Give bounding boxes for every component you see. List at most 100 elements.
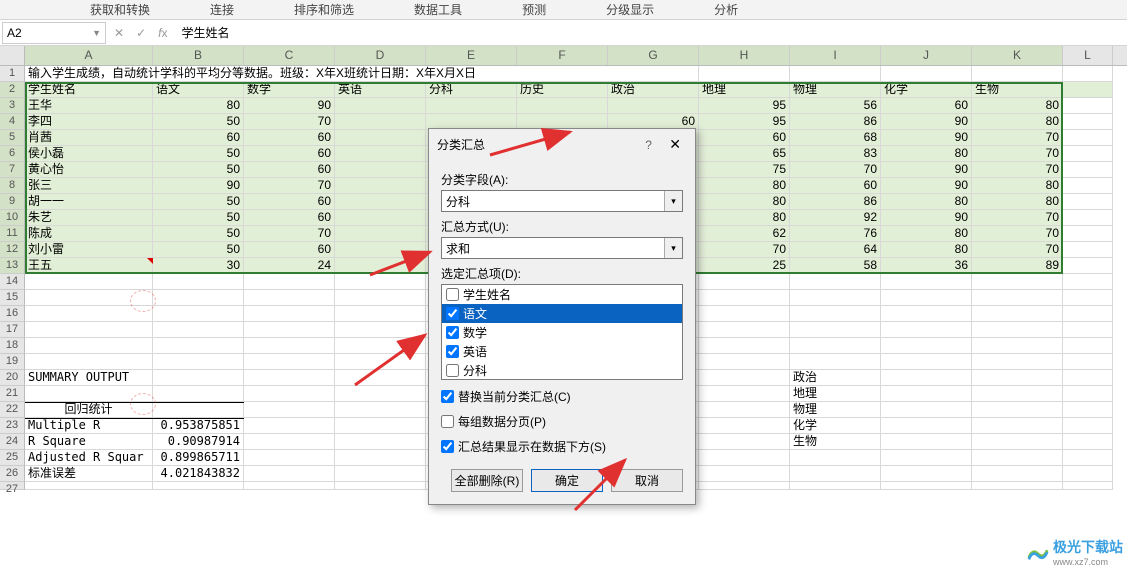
- row-header[interactable]: 9: [0, 194, 25, 210]
- cell[interactable]: 60: [244, 162, 335, 178]
- listbox-item[interactable]: 学生姓名: [442, 285, 682, 304]
- cell[interactable]: 李四: [25, 114, 153, 130]
- cell[interactable]: Adjusted R Squar: [25, 450, 153, 466]
- cell[interactable]: 地理: [790, 386, 881, 402]
- cell[interactable]: [1063, 162, 1113, 178]
- cell[interactable]: 标准误差: [25, 466, 153, 482]
- cell[interactable]: 80: [881, 146, 972, 162]
- cell[interactable]: 0.90987914: [153, 434, 244, 450]
- item-checkbox[interactable]: [446, 307, 459, 320]
- cell[interactable]: [335, 338, 426, 354]
- cell[interactable]: [972, 354, 1063, 370]
- cell[interactable]: [244, 418, 335, 434]
- cell[interactable]: [790, 338, 881, 354]
- item-checkbox[interactable]: [446, 326, 459, 339]
- cell[interactable]: [972, 386, 1063, 402]
- cancel-button[interactable]: 取消: [611, 469, 683, 492]
- row-header[interactable]: 19: [0, 354, 25, 370]
- cell[interactable]: [972, 402, 1063, 418]
- cell[interactable]: [244, 450, 335, 466]
- row-header[interactable]: 25: [0, 450, 25, 466]
- close-icon[interactable]: ✕: [663, 136, 687, 152]
- cell[interactable]: 50: [153, 194, 244, 210]
- cell[interactable]: [244, 386, 335, 402]
- item-checkbox[interactable]: [446, 288, 459, 301]
- cell[interactable]: [1063, 402, 1113, 418]
- cell[interactable]: 数学: [244, 82, 335, 98]
- cell[interactable]: [244, 354, 335, 370]
- cell[interactable]: 90: [153, 178, 244, 194]
- cell[interactable]: [1063, 146, 1113, 162]
- cell[interactable]: 75: [699, 162, 790, 178]
- cell[interactable]: 王华: [25, 98, 153, 114]
- col-header[interactable]: C: [244, 46, 335, 65]
- cell[interactable]: 70: [972, 226, 1063, 242]
- cell[interactable]: 80: [881, 194, 972, 210]
- cell[interactable]: [972, 66, 1063, 82]
- chevron-down-icon[interactable]: ▼: [92, 28, 101, 38]
- cell[interactable]: [699, 466, 790, 482]
- cell[interactable]: [244, 338, 335, 354]
- cell[interactable]: 70: [972, 210, 1063, 226]
- cell[interactable]: 60: [699, 130, 790, 146]
- cell[interactable]: [153, 402, 244, 418]
- cell[interactable]: SUMMARY OUTPUT: [25, 370, 153, 386]
- cell[interactable]: [699, 290, 790, 306]
- row-header[interactable]: 13: [0, 258, 25, 274]
- cell[interactable]: [1063, 114, 1113, 130]
- cancel-icon[interactable]: ✕: [112, 26, 126, 40]
- cell[interactable]: [335, 258, 426, 274]
- row-header[interactable]: 12: [0, 242, 25, 258]
- cell[interactable]: 70: [972, 162, 1063, 178]
- cell[interactable]: [1063, 450, 1113, 466]
- cell[interactable]: 化学: [790, 418, 881, 434]
- row-header[interactable]: 6: [0, 146, 25, 162]
- cell[interactable]: [153, 386, 244, 402]
- cell[interactable]: [335, 450, 426, 466]
- row-header[interactable]: 5: [0, 130, 25, 146]
- item-checkbox[interactable]: [446, 345, 459, 358]
- cell[interactable]: 60: [790, 178, 881, 194]
- cell[interactable]: 50: [153, 226, 244, 242]
- cell[interactable]: 83: [790, 146, 881, 162]
- cell[interactable]: 90: [881, 210, 972, 226]
- cell[interactable]: 90: [244, 98, 335, 114]
- cell[interactable]: [1063, 482, 1113, 490]
- cell[interactable]: [699, 354, 790, 370]
- cell[interactable]: [1063, 370, 1113, 386]
- row-header[interactable]: 11: [0, 226, 25, 242]
- cell[interactable]: [335, 226, 426, 242]
- row-header[interactable]: 2: [0, 82, 25, 98]
- field-combo[interactable]: ▾: [441, 190, 683, 212]
- cell[interactable]: [790, 322, 881, 338]
- cell[interactable]: [790, 290, 881, 306]
- cell[interactable]: 65: [699, 146, 790, 162]
- cell[interactable]: [881, 66, 972, 82]
- cell[interactable]: 70: [790, 162, 881, 178]
- row-header[interactable]: 21: [0, 386, 25, 402]
- cell[interactable]: [1063, 242, 1113, 258]
- cell[interactable]: 侯小磊: [25, 146, 153, 162]
- cell[interactable]: 30: [153, 258, 244, 274]
- cell[interactable]: [1063, 66, 1113, 82]
- pagebreak-checkbox-row[interactable]: 每组数据分页(P): [441, 413, 683, 430]
- cell[interactable]: [153, 482, 244, 490]
- cell[interactable]: [335, 178, 426, 194]
- col-header[interactable]: J: [881, 46, 972, 65]
- chevron-down-icon[interactable]: ▾: [664, 191, 682, 211]
- cell[interactable]: 政治: [608, 82, 699, 98]
- cell[interactable]: [699, 402, 790, 418]
- cell[interactable]: [244, 402, 335, 418]
- confirm-icon[interactable]: ✓: [134, 26, 148, 40]
- cell[interactable]: [881, 306, 972, 322]
- cell[interactable]: [25, 274, 153, 290]
- ok-button[interactable]: 确定: [531, 469, 603, 492]
- cell[interactable]: 90: [881, 114, 972, 130]
- cell[interactable]: 化学: [881, 82, 972, 98]
- cell[interactable]: 朱艺: [25, 210, 153, 226]
- cell[interactable]: [335, 130, 426, 146]
- cell[interactable]: 90: [881, 162, 972, 178]
- cell[interactable]: Multiple R: [25, 418, 153, 434]
- row-header[interactable]: 15: [0, 290, 25, 306]
- cell[interactable]: [881, 418, 972, 434]
